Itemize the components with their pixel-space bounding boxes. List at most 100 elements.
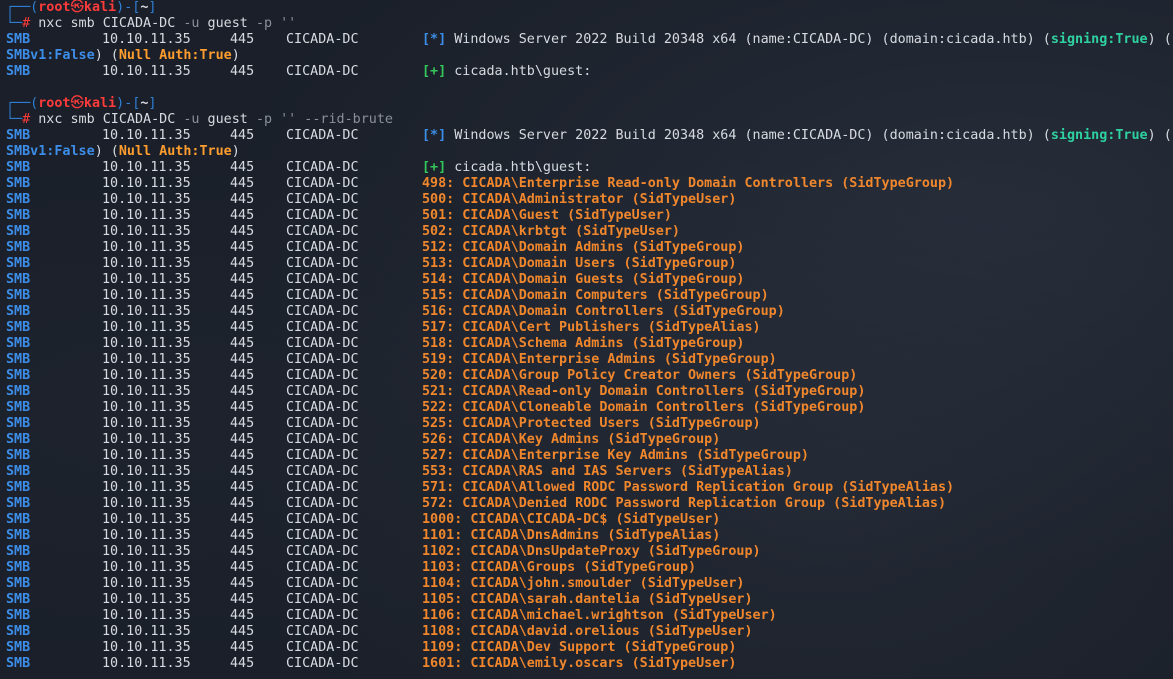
rid-entry: 527: CICADA\Enterprise Key Admins (SidTy… [422,448,809,463]
ip-address: 10.10.11.35 [102,128,191,143]
hostname: CICADA-DC [286,272,359,287]
rid-entry: 1104: CICADA\john.smoulder (SidTypeUser) [422,576,745,591]
rid-row: SMB 10.10.11.35 445 CICADA-DC 518: CICADA\Sc… [0,336,1173,352]
port: 445 [230,208,255,223]
banner-text: Windows Server 2022 Build 20348 x64 (nam… [446,128,1051,143]
prompt-at-symbol: ㉿ [70,0,84,15]
rid-entry: 502: CICADA\krbtgt (SidTypeUser) [422,224,680,239]
port: 445 [230,32,255,47]
command-rest: '' [272,16,297,31]
protocol-label: SMB [6,576,31,591]
protocol-label: SMB [6,192,31,207]
signing-status: signing:True [1050,32,1148,47]
output-auth: SMB 10.10.11.35 445 CICADA-DC [+] cicada.htb… [0,160,1173,176]
smbv1-status: SMBv1:False [6,144,95,159]
rid-row: SMB 10.10.11.35 445 CICADA-DC 501: CICADA\Gu… [0,208,1173,224]
rid-entry: 1109: CICADA\Dev Support (SidTypeGroup) [422,640,737,655]
protocol-label: SMB [6,432,31,447]
prompt-frame-close: ] [148,96,157,111]
ip-address: 10.10.11.35 [102,624,191,639]
prompt-hash: # [22,16,31,31]
rid-entry: 1101: CICADA\DnsAdmins (SidTypeAlias) [422,528,721,543]
rid-row: SMB 10.10.11.35 445 CICADA-DC 1109: CICADA\D… [0,640,1173,656]
rid-row: SMB 10.10.11.35 445 CICADA-DC 512: CICADA\Do… [0,240,1173,256]
rid-entry: 1601: CICADA\emily.oscars (SidTypeUser) [422,656,737,671]
output-banner-wrap: SMBv1:False) (Null Auth:True) [0,144,1173,160]
ip-address: 10.10.11.35 [102,208,191,223]
rid-entry: 526: CICADA\Key Admins (SidTypeGroup) [422,432,721,447]
banner-text: ) [231,144,240,159]
protocol-label: SMB [6,448,31,463]
port: 445 [230,336,255,351]
command-flag: -u [183,112,200,127]
rid-row: SMB 10.10.11.35 445 CICADA-DC 1601: CICADA\e… [0,656,1173,672]
rid-row: SMB 10.10.11.35 445 CICADA-DC 519: CICADA\En… [0,352,1173,368]
command-flag: -p [255,112,273,127]
rid-entry: 500: CICADA\Administrator (SidTypeUser) [422,192,737,207]
hostname: CICADA-DC [286,560,359,575]
hostname: CICADA-DC [286,304,359,319]
rid-row: SMB 10.10.11.35 445 CICADA-DC 572: CICADA\De… [0,496,1173,512]
rid-row: SMB 10.10.11.35 445 CICADA-DC 1101: CICADA\D… [0,528,1173,544]
rid-row: SMB 10.10.11.35 445 CICADA-DC 1102: CICADA\D… [0,544,1173,560]
banner-text: ) ( [94,144,119,159]
command-arg: guest [199,112,256,127]
prompt-line-top: ┌──(root㉿kali)-[~] [0,96,1173,112]
protocol-label: SMB [6,240,31,255]
port: 445 [230,192,255,207]
hostname: CICADA-DC [286,352,359,367]
prompt-user: root [38,0,71,15]
banner-text: ) ( [94,48,119,63]
rid-row: SMB 10.10.11.35 445 CICADA-DC 1104: CICADA\j… [0,576,1173,592]
info-marker: [*] [422,128,447,143]
command-line-1[interactable]: └─# nxc smb CICADA-DC -u guest -p '' [0,16,1173,32]
ip-address: 10.10.11.35 [102,544,191,559]
rid-entry: 515: CICADA\Domain Computers (SidTypeGro… [422,288,769,303]
hostname: CICADA-DC [286,224,359,239]
hostname: CICADA-DC [286,656,359,671]
hostname: CICADA-DC [286,576,359,591]
port: 445 [230,592,255,607]
prompt-frame: ┌──( [6,96,39,111]
ip-address: 10.10.11.35 [102,64,191,79]
hostname: CICADA-DC [286,624,359,639]
banner-message: [*] Windows Server 2022 Build 20348 x64 … [422,32,1172,48]
ip-address: 10.10.11.35 [102,224,191,239]
output-banner: SMB 10.10.11.35 445 CICADA-DC [*] Windows Se… [0,128,1173,144]
rid-row: SMB 10.10.11.35 445 CICADA-DC 1105: CICADA\s… [0,592,1173,608]
protocol-label: SMB [6,224,31,239]
protocol-label: SMB [6,288,31,303]
rid-entry: 1000: CICADA\CICADA-DC$ (SidTypeUser) [422,512,721,527]
hostname: CICADA-DC [286,512,359,527]
rid-entry: 513: CICADA\Domain Users (SidTypeGroup) [422,256,737,271]
auth-text: cicada.htb\guest: [446,64,592,79]
signing-status: signing:True [1050,128,1148,143]
prompt-frame-mid: )-[ [116,0,141,15]
banner-text: ) ( [1147,128,1172,143]
port: 445 [230,128,255,143]
ip-address: 10.10.11.35 [102,400,191,415]
protocol-label: SMB [6,352,31,367]
hostname: CICADA-DC [286,384,359,399]
ip-address: 10.10.11.35 [102,592,191,607]
command-args: smb CICADA-DC [62,112,184,127]
rid-entry: 518: CICADA\Schema Admins (SidTypeGroup) [422,336,745,351]
command-line-2[interactable]: └─# nxc smb CICADA-DC -u guest -p '' --r… [0,112,1173,128]
port: 445 [230,288,255,303]
rid-row: SMB 10.10.11.35 445 CICADA-DC 513: CICADA\Do… [0,256,1173,272]
rid-entry: 1108: CICADA\david.orelious (SidTypeUser… [422,624,753,639]
port: 445 [230,560,255,575]
port: 445 [230,176,255,191]
hostname: CICADA-DC [286,528,359,543]
hostname: CICADA-DC [286,448,359,463]
rid-entry: 522: CICADA\Cloneable Domain Controllers… [422,400,866,415]
terminal-window[interactable]: ┌──(root㉿kali)-[~] └─# nxc smb CICADA-DC… [0,0,1173,679]
protocol-label: SMB [6,304,31,319]
rid-entry: 1106: CICADA\michael.wrightson (SidTypeU… [422,608,777,623]
ip-address: 10.10.11.35 [102,416,191,431]
protocol-label: SMB [6,512,31,527]
protocol-label: SMB [6,128,31,143]
command-args: smb CICADA-DC [62,16,184,31]
hostname: CICADA-DC [286,368,359,383]
auth-text: cicada.htb\guest: [446,160,592,175]
